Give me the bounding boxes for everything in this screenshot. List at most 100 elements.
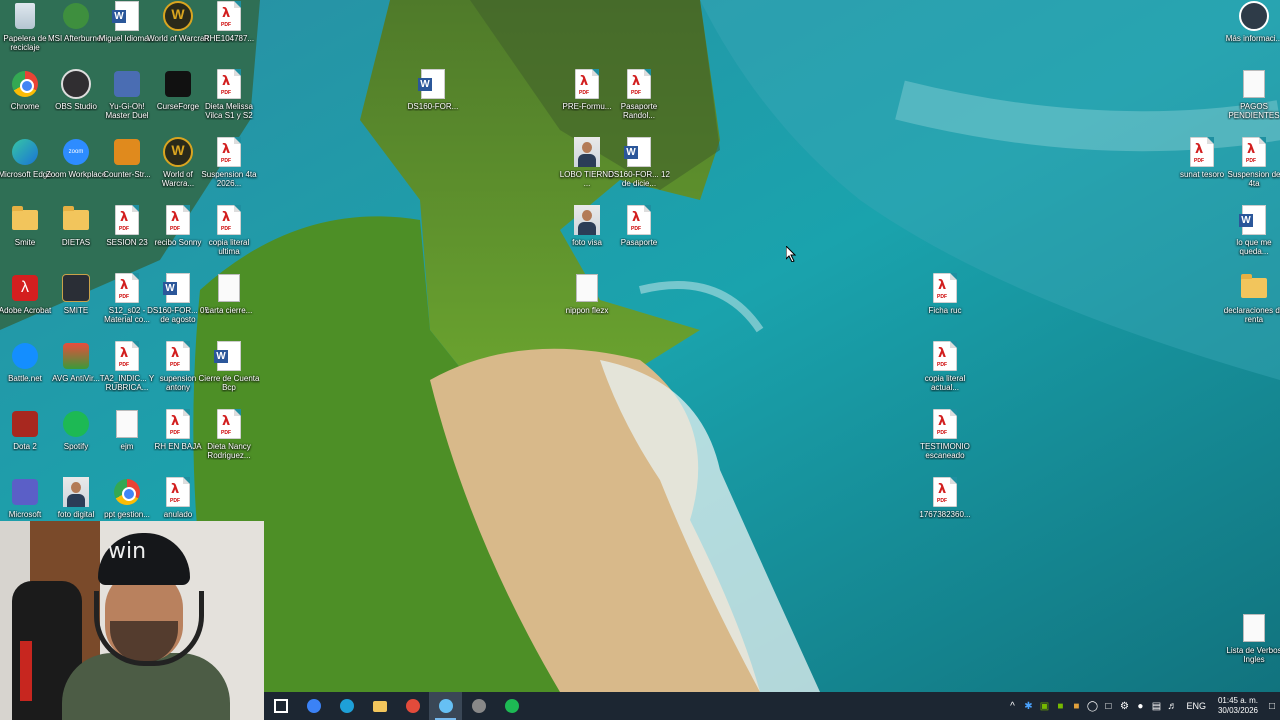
folder-icon-part [1241, 274, 1267, 298]
desktop-shortcut[interactable]: W World of Warcraft [147, 0, 209, 66]
desktop-shortcut[interactable]: λ PDF copia literal ultima [204, 204, 254, 270]
desktop-shortcut[interactable]: λ PDF recibo Sonny [153, 204, 203, 270]
desktop-shortcut-label: nippon flezx [565, 306, 609, 315]
desktop-shortcut[interactable]: W World of Warcra... [153, 136, 203, 202]
desktop-shortcut[interactable]: λ PDF copia literal actual... [920, 340, 970, 406]
desktop-shortcut[interactable]: λ PDF S12_s02 - Material co... [102, 272, 152, 338]
desktop-shortcut[interactable]: λ PDF Dieta Melissa Vilca S1 y S2 [204, 68, 254, 134]
desktop-shortcut[interactable]: declaraciones de renta [1224, 272, 1280, 338]
nvidia-icon[interactable]: ▣ [1036, 692, 1052, 720]
chrome-icon [405, 699, 420, 713]
desktop-shortcut[interactable]: λ PDF TESTIMONIO escaneado [920, 408, 970, 474]
desktop-shortcut[interactable]: λ PDF supension antony [153, 340, 203, 406]
pdf-icon: λ PDF [1239, 136, 1269, 168]
desktop-shortcut[interactable]: Spotify [51, 408, 101, 474]
pdf-icon-part: λ PDF [933, 477, 957, 507]
desktop-shortcut[interactable]: λ PDF Suspension 4ta 2026... [201, 136, 257, 202]
desktop-shortcut[interactable]: zoom Zoom Workplace [46, 136, 106, 202]
desktop-shortcut[interactable]: λ Adobe Acrobat [0, 272, 51, 338]
desktop-shortcut[interactable]: DIETAS [51, 204, 101, 270]
desktop-shortcut[interactable]: LOBO TIERNO ... [560, 136, 614, 202]
teams-icon-part [12, 479, 38, 505]
desktop-shortcut[interactable]: Microsoft Edge [0, 136, 52, 202]
network-icon[interactable]: ▤ [1148, 692, 1164, 720]
desktop-shortcut[interactable]: λ PDF Ficha ruc [920, 272, 970, 338]
photo-icon-part [63, 477, 89, 507]
desktop-shortcut[interactable]: Dota 2 [0, 408, 50, 474]
desktop-shortcut[interactable]: λ PDF RH EN BAJA [153, 408, 203, 474]
microphone-icon[interactable]: ● [1132, 692, 1148, 720]
desktop-shortcut[interactable]: λ PDF 1767382360... [919, 476, 971, 542]
bluetooth-icon[interactable]: ✱ [1020, 692, 1036, 720]
taskbar-task-view-button[interactable] [264, 692, 297, 720]
desktop-shortcut[interactable]: λ PDF Dieta Nancy Rodriguez... [204, 408, 254, 474]
desktop-shortcut[interactable]: nippon flezx [562, 272, 612, 338]
pdf-icon: λ PDF [214, 136, 244, 168]
desktop-shortcut[interactable]: Más informaci... [1226, 0, 1280, 66]
desktop-shortcut[interactable]: Yu-Gi-Oh! Master Duel [102, 68, 152, 134]
word-icon-part: W [214, 350, 228, 363]
notifications-icon[interactable]: □ [1264, 692, 1280, 720]
word-icon-part: W [624, 137, 651, 167]
desktop-shortcut[interactable]: Papelera de reciclaje [0, 0, 50, 66]
taskbar-chrome-button[interactable] [396, 692, 429, 720]
word-icon: W [214, 340, 244, 372]
pdf-icon: λ PDF [163, 408, 193, 440]
desktop-shortcut[interactable]: W DS160-FOR... 12 de dicie... [608, 136, 670, 202]
desktop-shortcut[interactable]: Wlo que me queda... [1229, 204, 1279, 270]
desktop-shortcut[interactable]: λ PDF sunat tesoro [1177, 136, 1227, 202]
chevron-up-icon[interactable]: ^ [1004, 692, 1020, 720]
taskbar-spotify-button[interactable] [495, 692, 528, 720]
app-tray-icon[interactable]: ■ [1068, 692, 1084, 720]
language-indicator[interactable]: ENG [1180, 701, 1212, 711]
document-icon-part [1243, 70, 1265, 98]
word-icon-part: W [163, 273, 190, 303]
desktop-shortcut[interactable]: λ PDF TA2_INDIC... Y RUBRICA... [100, 340, 154, 406]
zoom-icon: zoom [61, 136, 91, 168]
desktop-shortcut[interactable]: W Miguel Idioma... [99, 0, 155, 66]
desktop-shortcut[interactable]: λ PDF Pasaporte Randol... [614, 68, 664, 134]
desktop-shortcut[interactable]: Chrome [0, 68, 50, 134]
desktop-shortcut[interactable]: PAGOS PENDIENTES [1228, 68, 1280, 134]
desktop-shortcut[interactable]: OBS Studio [51, 68, 101, 134]
taskbar-chromium-button[interactable] [297, 692, 330, 720]
taskbar-file-explorer-button[interactable] [363, 692, 396, 720]
usb-icon[interactable]: □ [1100, 692, 1116, 720]
taskbar-obs-button[interactable] [462, 692, 495, 720]
pdf-icon-part: PDF [1246, 158, 1256, 164]
desktop-shortcut[interactable]: λ PDF SESION 23 [102, 204, 152, 270]
desktop-shortcut-label: Dieta Nancy Rodriguez... [207, 442, 251, 460]
desktop-shortcut[interactable]: λ PDF Pasaporte [614, 204, 664, 270]
image-icon [572, 136, 602, 168]
shield-icon[interactable]: ■ [1052, 692, 1068, 720]
clock[interactable]: 01:45 a. m. 30/03/2026 [1212, 696, 1264, 716]
desktop-shortcut[interactable]: ejm [102, 408, 152, 474]
desktop-shortcut-label: declaraciones de renta [1223, 306, 1280, 324]
desktop-shortcut[interactable]: carta cierre... [204, 272, 254, 338]
desktop-shortcut[interactable]: λ PDF RHE104787... [204, 0, 254, 66]
volume-icon[interactable]: ♬ [1164, 692, 1180, 720]
curseforge-icon-part [165, 71, 191, 97]
desktop-shortcut[interactable]: MSI Afterburner [48, 0, 104, 66]
desktop-shortcut[interactable]: Smite [0, 204, 50, 270]
settings-icon[interactable]: ⚙ [1116, 692, 1132, 720]
security-icon[interactable]: ◯ [1084, 692, 1100, 720]
pdf-icon-part: λ PDF [217, 137, 241, 167]
desktop-shortcut[interactable]: Battle.net [0, 340, 50, 406]
desktop-shortcut[interactable]: Lista de Verbos Ingles [1226, 612, 1280, 678]
taskbar-steam-button[interactable] [429, 692, 462, 720]
desktop-shortcut[interactable]: W DS160-FOR... [408, 68, 458, 134]
pdf-icon-part: λ PDF [115, 273, 139, 303]
desktop-shortcut[interactable]: SMITE [51, 272, 101, 338]
desktop-shortcut[interactable]: λ PDF PRE-Formu... [562, 68, 612, 134]
desktop-shortcut[interactable]: foto visa [562, 204, 612, 270]
desktop-shortcut[interactable]: AVG AntiVir... [51, 340, 101, 406]
desktop-shortcut[interactable]: Counter-Str... [102, 136, 152, 202]
taskbar-edge-button[interactable] [330, 692, 363, 720]
desktop-shortcut[interactable]: λ PDF Suspension de 4ta [1228, 136, 1280, 202]
desktop-shortcut-label: copia literal actual... [924, 374, 966, 392]
desktop-shortcut[interactable]: W DS160-FOR... 05 de agosto [147, 272, 209, 338]
desktop-shortcut[interactable]: W Cierre de Cuenta Bcp [199, 340, 259, 406]
desktop-shortcut[interactable]: CurseForge [153, 68, 203, 134]
curseforge-icon [163, 68, 193, 100]
